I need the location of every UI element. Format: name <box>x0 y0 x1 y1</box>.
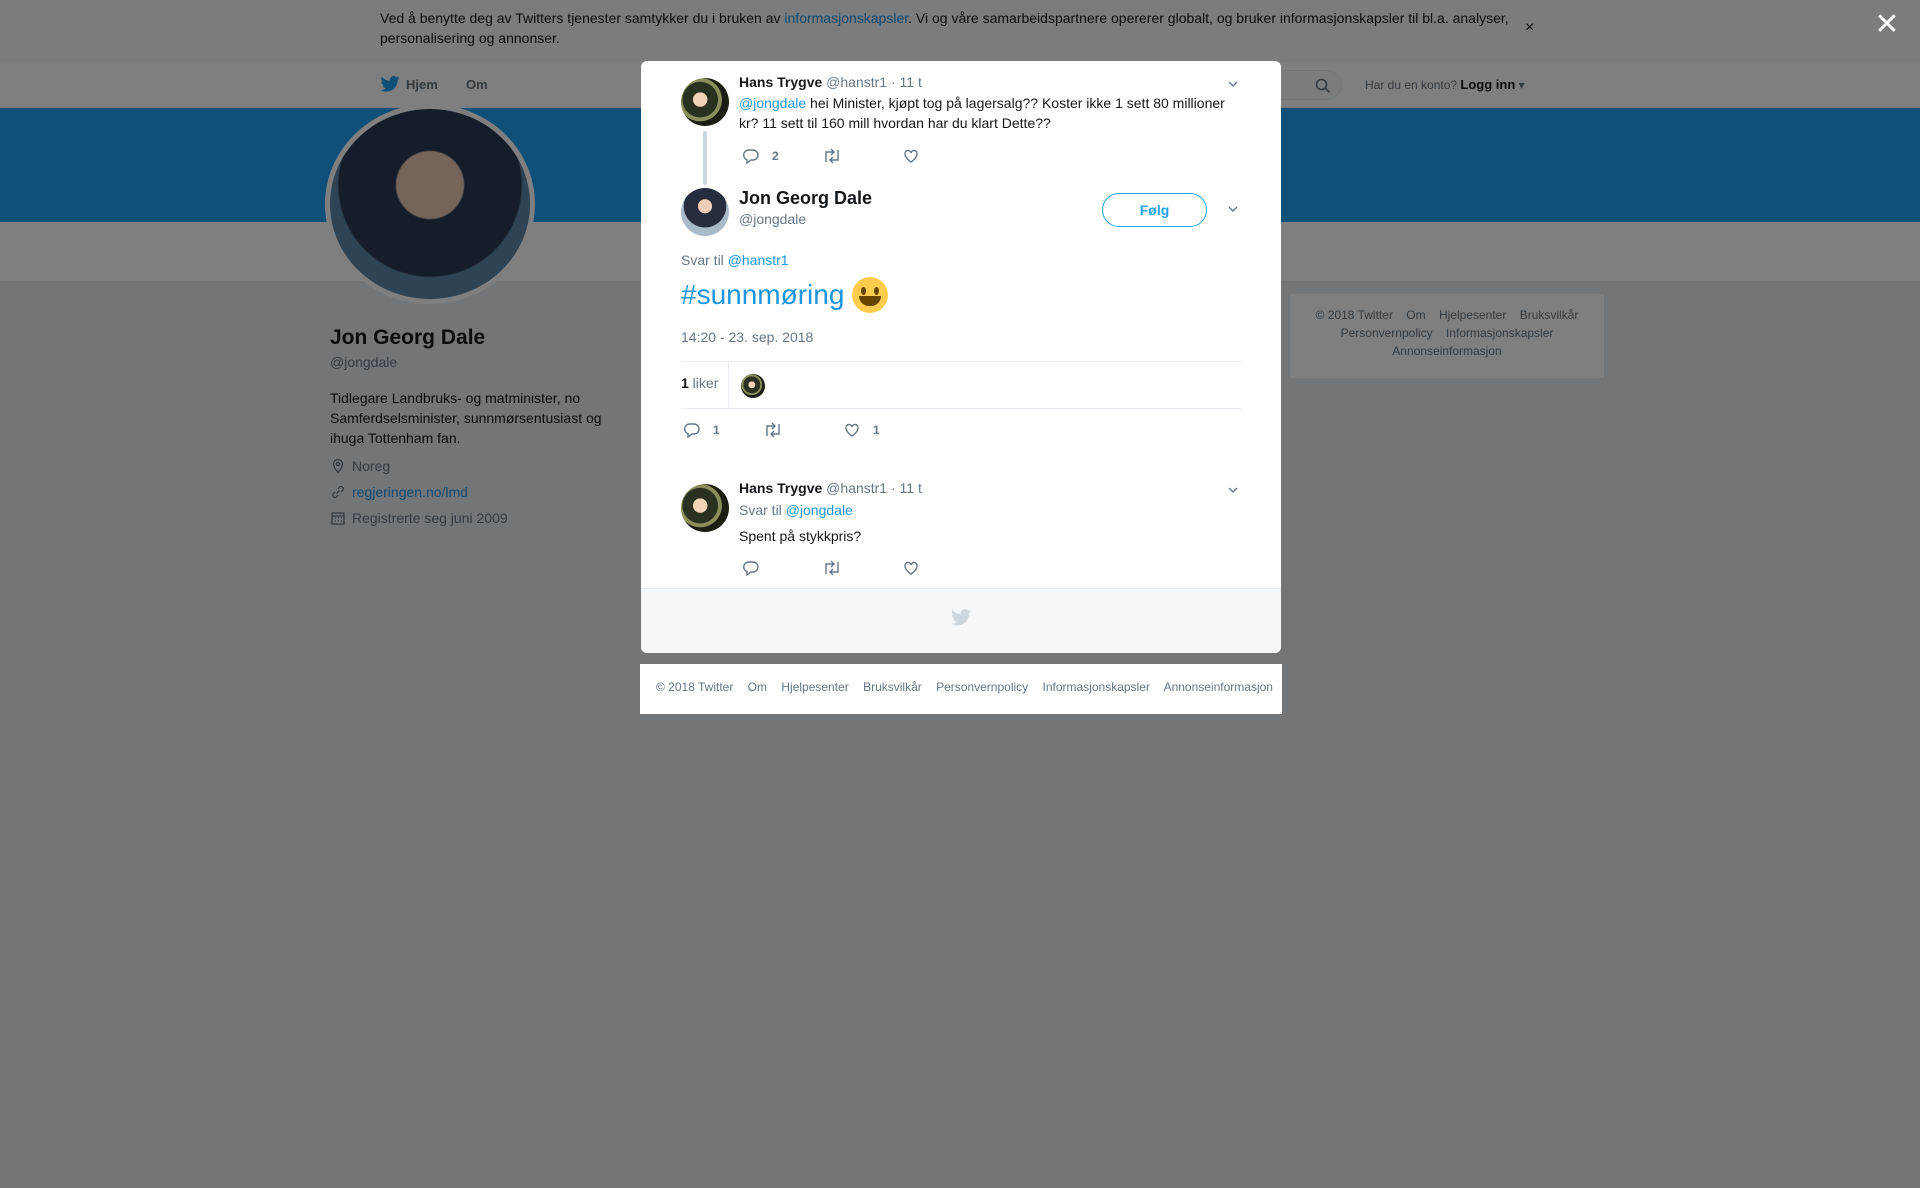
reply-tweet-reply-context: Svar til @jongdale <box>739 502 853 518</box>
parent-tweet-reply-button[interactable]: 2 <box>742 147 822 165</box>
footer-help[interactable]: Hjelpesenter <box>781 680 848 694</box>
reply-tweet-retweet-button[interactable] <box>822 559 902 577</box>
likes-count[interactable]: 1 liker <box>681 375 718 391</box>
parent-tweet-mention[interactable]: @jongdale <box>739 95 806 111</box>
hashtag-link[interactable]: #sunnmøring <box>681 279 844 311</box>
close-modal-button[interactable]: ✕ <box>1872 10 1902 40</box>
parent-tweet-actions: 2 <box>742 147 982 165</box>
main-tweet-reply-to-link[interactable]: @hanstr1 <box>728 252 789 268</box>
retweet-icon <box>825 148 839 164</box>
tweet-permalink-modal: Hans Trygve @hanstr1 · 11 t @jongdale he… <box>641 61 1281 653</box>
main-tweet-menu-button[interactable] <box>1227 203 1239 215</box>
chevron-down-icon <box>1228 206 1238 212</box>
footer-copyright: © 2018 Twitter <box>656 680 734 694</box>
reply-tweet-text: Spent på stykkpris? <box>739 528 862 544</box>
main-tweet-stats: 1 liker <box>681 361 1241 409</box>
main-tweet-retweet-button[interactable] <box>763 421 843 439</box>
liker-avatar[interactable] <box>741 374 765 398</box>
parent-tweet-text: @jongdale hei Minister, kjøpt tog på lag… <box>739 95 1225 131</box>
thread-connector-line <box>703 131 707 185</box>
footer-ads[interactable]: Annonseinformasjon <box>1164 680 1273 694</box>
footer-terms[interactable]: Bruksvilkår <box>863 680 922 694</box>
stats-divider <box>728 362 729 408</box>
reply-icon <box>743 149 759 165</box>
reply-tweet-avatar[interactable] <box>681 484 729 532</box>
parent-tweet-time[interactable]: · 11 t <box>891 74 922 90</box>
parent-tweet-retweet-button[interactable] <box>822 147 902 165</box>
modal-footer <box>641 588 1281 653</box>
reply-icon <box>743 561 759 577</box>
main-tweet-author-handle[interactable]: @jongdale <box>739 211 806 227</box>
chevron-down-icon <box>1228 81 1238 87</box>
parent-tweet-header: Hans Trygve @hanstr1 · 11 t <box>739 74 922 90</box>
reply-tweet-reply-to-link[interactable]: @jongdale <box>786 502 853 518</box>
main-tweet-avatar[interactable] <box>681 188 729 236</box>
heart-icon <box>904 149 918 163</box>
reply-icon <box>684 423 700 439</box>
grinning-face-emoji-icon <box>852 277 889 313</box>
reply-tweet-menu-button[interactable] <box>1227 484 1239 496</box>
parent-tweet-author-name[interactable]: Hans Trygve <box>739 74 822 90</box>
main-tweet-reply-button[interactable]: 1 <box>683 421 763 439</box>
reply-tweet-author-name[interactable]: Hans Trygve <box>739 480 822 496</box>
heart-icon <box>904 561 918 575</box>
main-tweet-text: #sunnmøring <box>681 277 889 313</box>
reply-tweet-time[interactable]: · 11 t <box>891 480 922 496</box>
footer-cookies[interactable]: Informasjonskapsler <box>1043 680 1150 694</box>
follow-button[interactable]: Følg <box>1102 193 1207 227</box>
footer-about[interactable]: Om <box>748 680 767 694</box>
reply-tweet-actions <box>742 559 982 577</box>
page-footer: © 2018 Twitter Om Hjelpesenter Bruksvilk… <box>640 664 1282 714</box>
reply-tweet-author-handle[interactable]: @hanstr1 <box>826 480 887 496</box>
parent-tweet-author-handle[interactable]: @hanstr1 <box>826 74 887 90</box>
parent-tweet-avatar[interactable] <box>681 78 729 126</box>
reply-tweet-header: Hans Trygve @hanstr1 · 11 t <box>739 480 922 496</box>
reply-tweet-reply-button[interactable] <box>742 559 822 577</box>
main-tweet-actions: 1 1 <box>683 421 923 439</box>
main-tweet-author-name[interactable]: Jon Georg Dale <box>739 188 872 209</box>
footer-privacy[interactable]: Personvernpolicy <box>936 680 1028 694</box>
retweet-icon <box>825 560 839 576</box>
retweet-icon <box>766 422 780 438</box>
main-tweet-timestamp[interactable]: 14:20 - 23. sep. 2018 <box>681 329 813 345</box>
heart-icon <box>845 423 859 437</box>
main-tweet-reply-context: Svar til @hanstr1 <box>681 252 789 268</box>
twitter-bird-icon <box>951 609 971 626</box>
chevron-down-icon <box>1228 487 1238 493</box>
parent-tweet-like-button[interactable] <box>902 147 982 165</box>
parent-tweet-menu-button[interactable] <box>1227 78 1239 90</box>
main-tweet-like-button[interactable]: 1 <box>843 421 923 439</box>
reply-tweet-like-button[interactable] <box>902 559 982 577</box>
